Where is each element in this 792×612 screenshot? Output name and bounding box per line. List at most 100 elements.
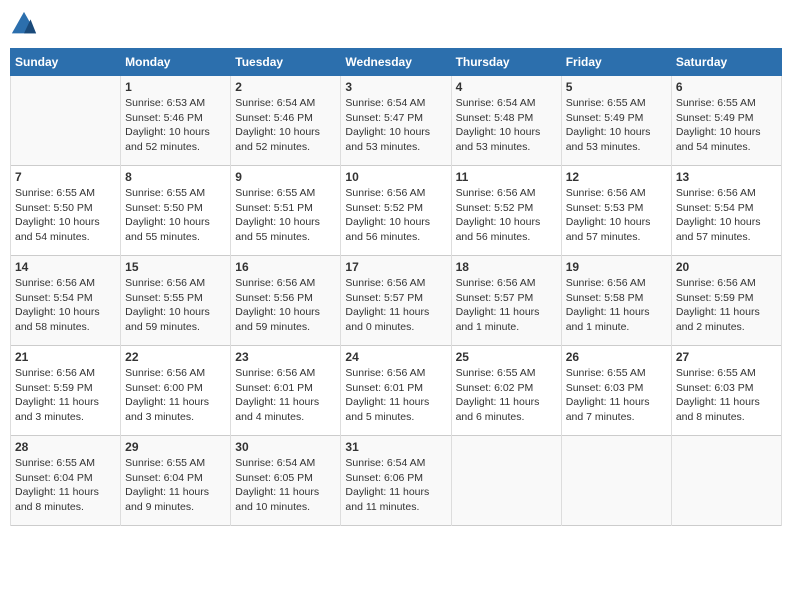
calendar-cell: 28 Sunrise: 6:55 AM Sunset: 6:04 PM Dayli… [11, 436, 121, 526]
header-cell-sunday: Sunday [11, 49, 121, 76]
calendar-cell: 17Sunrise: 6:56 AM Sunset: 5:57 PM Dayli… [341, 256, 451, 346]
day-content: Sunrise: 6:56 AM Sunset: 5:52 PM Dayligh… [456, 186, 557, 245]
calendar-cell: 31 Sunrise: 6:54 AM Sunset: 6:06 PM Dayli… [341, 436, 451, 526]
day-content: Sunrise: 6:54 AM Sunset: 5:48 PM Dayligh… [456, 96, 557, 155]
day-content: Sunrise: 6:55 AM Sunset: 5:49 PM Dayligh… [676, 96, 777, 155]
day-content: Sunrise: 6:56 AM Sunset: 5:55 PM Dayligh… [125, 276, 226, 335]
calendar-cell: 7Sunrise: 6:55 AM Sunset: 5:50 PM Daylig… [11, 166, 121, 256]
day-number: 31 [345, 440, 446, 454]
week-row-3: 14Sunrise: 6:56 AM Sunset: 5:54 PM Dayli… [11, 256, 782, 346]
day-content: Sunrise: 6:55 AM Sunset: 5:49 PM Dayligh… [566, 96, 667, 155]
calendar-cell: 10Sunrise: 6:56 AM Sunset: 5:52 PM Dayli… [341, 166, 451, 256]
calendar-cell: 21 Sunrise: 6:56 AM Sunset: 5:59 PM Dayli… [11, 346, 121, 436]
day-content: Sunrise: 6:55 AM Sunset: 6:02 PM Dayligh… [456, 366, 557, 425]
day-content: Sunrise: 6:56 AM Sunset: 6:00 PM Dayligh… [125, 366, 226, 425]
calendar-cell: 9 Sunrise: 6:55 AM Sunset: 5:51 PM Daylig… [231, 166, 341, 256]
calendar-cell [451, 436, 561, 526]
day-number: 5 [566, 80, 667, 94]
day-content: Sunrise: 6:56 AM Sunset: 5:54 PM Dayligh… [676, 186, 777, 245]
header-row: SundayMondayTuesdayWednesdayThursdayFrid… [11, 49, 782, 76]
day-number: 29 [125, 440, 226, 454]
day-number: 30 [235, 440, 336, 454]
day-number: 21 [15, 350, 116, 364]
header-cell-friday: Friday [561, 49, 671, 76]
day-number: 4 [456, 80, 557, 94]
calendar-cell: 23 Sunrise: 6:56 AM Sunset: 6:01 PM Dayli… [231, 346, 341, 436]
calendar-cell: 6Sunrise: 6:55 AM Sunset: 5:49 PM Daylig… [671, 76, 781, 166]
header-cell-tuesday: Tuesday [231, 49, 341, 76]
day-number: 13 [676, 170, 777, 184]
calendar-cell: 29 Sunrise: 6:55 AM Sunset: 6:04 PM Dayli… [121, 436, 231, 526]
day-number: 3 [345, 80, 446, 94]
calendar-cell: 19 Sunrise: 6:56 AM Sunset: 5:58 PM Dayli… [561, 256, 671, 346]
calendar-cell: 1Sunrise: 6:53 AM Sunset: 5:46 PM Daylig… [121, 76, 231, 166]
calendar-cell [671, 436, 781, 526]
calendar-cell: 5 Sunrise: 6:55 AM Sunset: 5:49 PM Daylig… [561, 76, 671, 166]
calendar-cell: 27 Sunrise: 6:55 AM Sunset: 6:03 PM Dayli… [671, 346, 781, 436]
day-number: 8 [125, 170, 226, 184]
week-row-2: 7 Sunrise: 6:55 AM Sunset: 5:50 PM Daylig… [11, 166, 782, 256]
day-number: 7 [15, 170, 116, 184]
day-number: 14 [15, 260, 116, 274]
day-content: Sunrise: 6:53 AM Sunset: 5:46 PM Dayligh… [125, 96, 226, 155]
day-content: Sunrise: 6:55 AM Sunset: 6:03 PM Dayligh… [676, 366, 777, 425]
day-number: 25 [456, 350, 557, 364]
day-number: 20 [676, 260, 777, 274]
day-number: 18 [456, 260, 557, 274]
day-content: Sunrise: 6:55 AM Sunset: 5:50 PM Dayligh… [125, 186, 226, 245]
day-content: Sunrise: 6:55 AM Sunset: 6:04 PM Dayligh… [15, 456, 116, 515]
calendar-cell: 26Sunrise: 6:55 AM Sunset: 6:03 PM Dayli… [561, 346, 671, 436]
calendar-cell: 16 Sunrise: 6:56 AM Sunset: 5:56 PM Dayli… [231, 256, 341, 346]
day-number: 9 [235, 170, 336, 184]
calendar-cell [11, 76, 121, 166]
day-number: 27 [676, 350, 777, 364]
day-content: Sunrise: 6:56 AM Sunset: 5:58 PM Dayligh… [566, 276, 667, 335]
day-number: 12 [566, 170, 667, 184]
week-row-1: 1Sunrise: 6:53 AM Sunset: 5:46 PM Daylig… [11, 76, 782, 166]
calendar-cell: 3Sunrise: 6:54 AM Sunset: 5:47 PM Daylig… [341, 76, 451, 166]
day-content: Sunrise: 6:55 AM Sunset: 6:04 PM Dayligh… [125, 456, 226, 515]
calendar-cell: 13 Sunrise: 6:56 AM Sunset: 5:54 PM Dayli… [671, 166, 781, 256]
week-row-5: 28 Sunrise: 6:55 AM Sunset: 6:04 PM Dayli… [11, 436, 782, 526]
day-content: Sunrise: 6:56 AM Sunset: 6:01 PM Dayligh… [235, 366, 336, 425]
day-content: Sunrise: 6:56 AM Sunset: 5:59 PM Dayligh… [15, 366, 116, 425]
day-number: 19 [566, 260, 667, 274]
calendar-cell: 24Sunrise: 6:56 AM Sunset: 6:01 PM Dayli… [341, 346, 451, 436]
day-number: 28 [15, 440, 116, 454]
day-number: 16 [235, 260, 336, 274]
day-number: 24 [345, 350, 446, 364]
calendar-cell: 22 Sunrise: 6:56 AM Sunset: 6:00 PM Dayli… [121, 346, 231, 436]
day-content: Sunrise: 6:56 AM Sunset: 5:57 PM Dayligh… [456, 276, 557, 335]
calendar-table: SundayMondayTuesdayWednesdayThursdayFrid… [10, 48, 782, 526]
calendar-cell: 18 Sunrise: 6:56 AM Sunset: 5:57 PM Dayli… [451, 256, 561, 346]
header-cell-saturday: Saturday [671, 49, 781, 76]
day-number: 23 [235, 350, 336, 364]
day-number: 2 [235, 80, 336, 94]
day-content: Sunrise: 6:55 AM Sunset: 5:51 PM Dayligh… [235, 186, 336, 245]
day-number: 11 [456, 170, 557, 184]
calendar-cell: 14Sunrise: 6:56 AM Sunset: 5:54 PM Dayli… [11, 256, 121, 346]
day-number: 22 [125, 350, 226, 364]
logo-icon [10, 10, 38, 38]
logo [10, 10, 42, 38]
day-content: Sunrise: 6:54 AM Sunset: 6:05 PM Dayligh… [235, 456, 336, 515]
day-content: Sunrise: 6:56 AM Sunset: 5:59 PM Dayligh… [676, 276, 777, 335]
day-content: Sunrise: 6:54 AM Sunset: 5:46 PM Dayligh… [235, 96, 336, 155]
day-number: 15 [125, 260, 226, 274]
calendar-cell [561, 436, 671, 526]
day-number: 17 [345, 260, 446, 274]
calendar-cell: 2 Sunrise: 6:54 AM Sunset: 5:46 PM Daylig… [231, 76, 341, 166]
calendar-cell: 8 Sunrise: 6:55 AM Sunset: 5:50 PM Daylig… [121, 166, 231, 256]
calendar-cell: 15 Sunrise: 6:56 AM Sunset: 5:55 PM Dayli… [121, 256, 231, 346]
day-content: Sunrise: 6:56 AM Sunset: 5:52 PM Dayligh… [345, 186, 446, 245]
day-content: Sunrise: 6:56 AM Sunset: 5:56 PM Dayligh… [235, 276, 336, 335]
calendar-cell: 11 Sunrise: 6:56 AM Sunset: 5:52 PM Dayli… [451, 166, 561, 256]
day-content: Sunrise: 6:54 AM Sunset: 6:06 PM Dayligh… [345, 456, 446, 515]
calendar-cell: 30 Sunrise: 6:54 AM Sunset: 6:05 PM Dayli… [231, 436, 341, 526]
calendar-cell: 20 Sunrise: 6:56 AM Sunset: 5:59 PM Dayli… [671, 256, 781, 346]
day-content: Sunrise: 6:55 AM Sunset: 6:03 PM Dayligh… [566, 366, 667, 425]
calendar-cell: 12 Sunrise: 6:56 AM Sunset: 5:53 PM Dayli… [561, 166, 671, 256]
header-cell-monday: Monday [121, 49, 231, 76]
calendar-cell: 25 Sunrise: 6:55 AM Sunset: 6:02 PM Dayli… [451, 346, 561, 436]
day-content: Sunrise: 6:56 AM Sunset: 5:53 PM Dayligh… [566, 186, 667, 245]
